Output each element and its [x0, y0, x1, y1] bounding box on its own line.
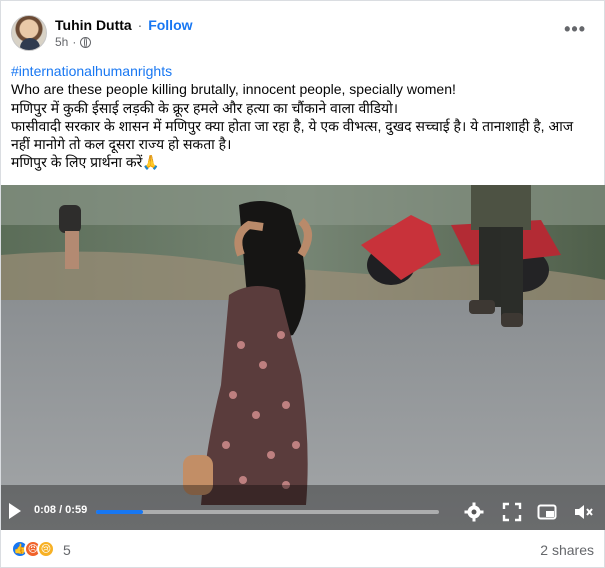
post-text-line: Who are these people killing brutally, i…	[11, 81, 456, 97]
play-icon[interactable]	[9, 503, 21, 519]
video-time: 0:08 / 0:59	[34, 504, 88, 516]
author-row: Tuhin Dutta · Follow	[55, 17, 193, 33]
post-text-line: फासीवादी सरकार के शासन में मणिपुर क्या ह…	[11, 118, 574, 134]
avatar[interactable]	[11, 15, 47, 51]
more-options-button[interactable]: •••	[564, 19, 586, 40]
fullscreen-icon[interactable]	[501, 501, 523, 523]
video-controls: 0:08 / 0:59	[1, 497, 605, 527]
post-meta: 5h ·	[55, 35, 92, 49]
post-text-line: मणिपुर में कुकी ईसाई लड़की के क्रूर हमले…	[11, 100, 399, 116]
post-header: Tuhin Dutta · Follow 5h · •••	[11, 13, 594, 57]
post-text-line: मणिपुर के लिए प्रार्थना करें🙏	[11, 154, 160, 170]
post-time[interactable]: 5h	[55, 35, 68, 49]
picture-in-picture-icon[interactable]	[536, 501, 558, 523]
follow-button[interactable]: Follow	[148, 17, 192, 33]
shares-count[interactable]: 2 shares	[540, 542, 594, 558]
volume-icon[interactable]	[572, 501, 594, 523]
post-text-line: नहीं मानोगे तो कल दूसरा राज्य हो सकता है…	[11, 136, 232, 152]
sad-reaction-icon: 😢	[37, 540, 55, 558]
hashtag-link[interactable]: #internationalhumanrights	[11, 62, 596, 80]
video-frame	[1, 185, 605, 530]
settings-gear-icon[interactable]	[463, 501, 485, 523]
post-footer: 👍 😠 😢 5 2 shares	[11, 537, 594, 559]
video-progress-fill	[96, 510, 143, 514]
separator: ·	[137, 17, 143, 33]
video-progress-bar[interactable]	[96, 510, 439, 514]
video-player[interactable]: 0:08 / 0:59	[1, 185, 605, 530]
post-card: Tuhin Dutta · Follow 5h · ••• #internati…	[0, 0, 605, 568]
globe-icon	[80, 36, 92, 48]
author-name[interactable]: Tuhin Dutta	[55, 17, 132, 33]
reaction-count[interactable]: 5	[63, 542, 71, 558]
reaction-summary[interactable]: 👍 😠 😢	[11, 540, 55, 558]
post-text: #internationalhumanrights Who are these …	[11, 62, 596, 171]
